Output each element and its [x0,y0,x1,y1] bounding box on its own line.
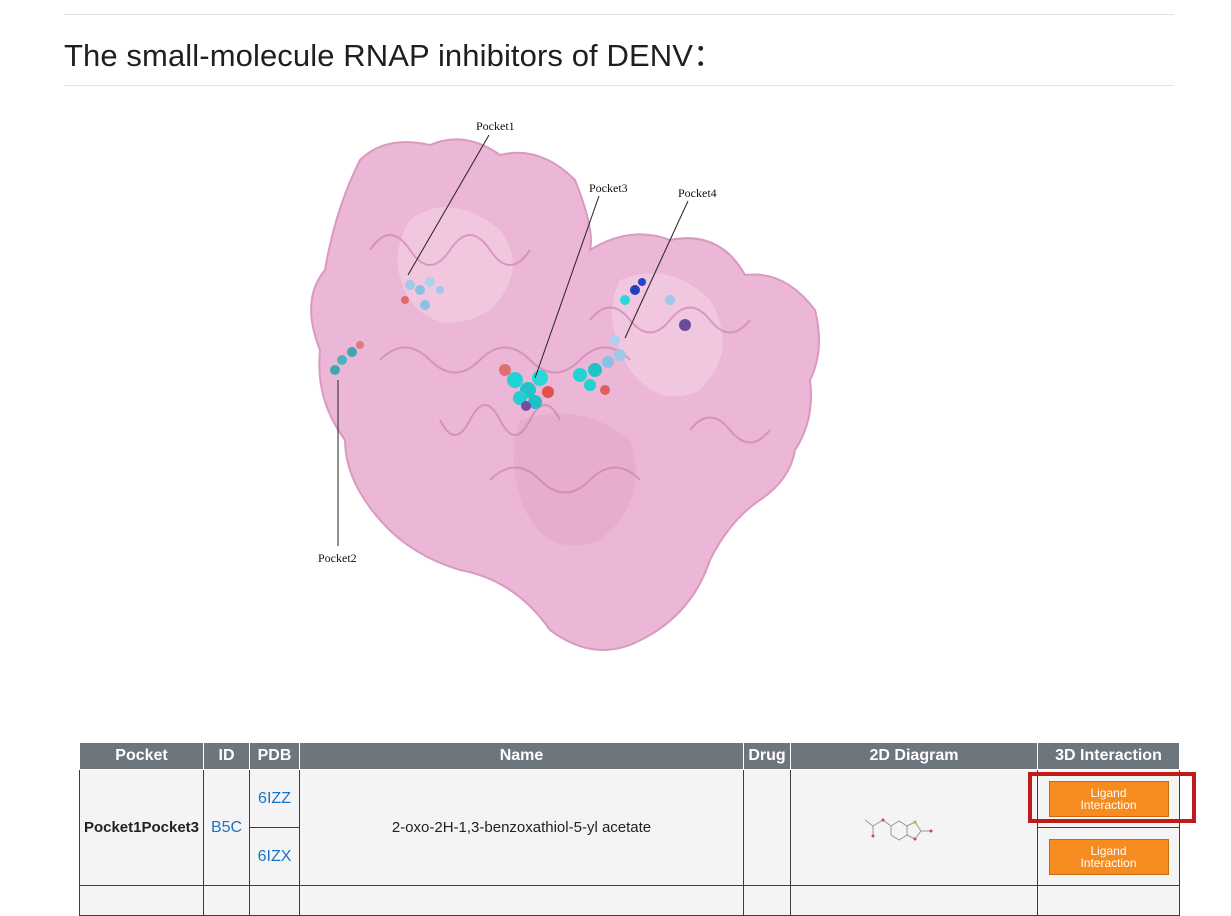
col-header-name: Name [299,742,744,770]
pocket3-label: Pocket3 [589,181,628,195]
interaction-cell: Ligand Interaction [1037,827,1180,886]
col-header-drug: Drug [743,742,791,770]
col-header-id: ID [203,742,250,770]
pocket1-label: Pocket1 [476,119,515,133]
pocket2-label: Pocket2 [318,551,357,565]
interaction-cell: Ligand Interaction [1037,769,1180,828]
name-cell: 2-oxo-2H-1,3-benzoxathiol-5-yl acetate [299,769,744,886]
protein-structure-figure: Pocket1 Pocket2 Pocket3 Pocket4 [290,100,850,670]
pdb-cell: 6IZX [249,827,300,886]
protein-structure-image: Pocket1 Pocket2 Pocket3 Pocket4 [310,119,820,651]
pocket-cell: Pocket1Pocket3 [79,769,204,886]
table-row [79,885,1180,916]
page-title: The small-molecule RNAP inhibitors of DE… [64,38,725,73]
molecule-2d-diagram [864,818,933,841]
col-header-3d-interaction: 3D Interaction [1037,742,1180,770]
pdb-link-6izx[interactable]: 6IZX [258,848,292,865]
col-header-2d-diagram: 2D Diagram [790,742,1038,770]
top-divider [64,14,1174,15]
ligand-interaction-button-6izx[interactable]: Ligand Interaction [1048,838,1169,875]
inhibitor-table: Pocket ID PDB Name Drug 2D Diagram 3D In… [79,742,1180,916]
diagram-cell [790,769,1038,886]
table-header-row: Pocket ID PDB Name Drug 2D Diagram 3D In… [79,742,1180,770]
title-divider [64,85,1174,86]
table-row: Pocket1Pocket3 B5C 6IZZ 2-oxo-2H-1,3-ben… [79,769,1180,886]
drug-cell [743,769,791,886]
pdb-cell: 6IZZ [249,769,300,828]
ligand-id-link[interactable]: B5C [211,819,242,836]
pocket4-label: Pocket4 [678,186,717,200]
protein-surface [310,138,820,651]
ligand-interaction-button-6izz[interactable]: Ligand Interaction [1048,780,1169,817]
pdb-link-6izz[interactable]: 6IZZ [258,790,291,807]
col-header-pocket: Pocket [79,742,204,770]
id-cell: B5C [203,769,250,886]
col-header-pdb: PDB [249,742,300,770]
